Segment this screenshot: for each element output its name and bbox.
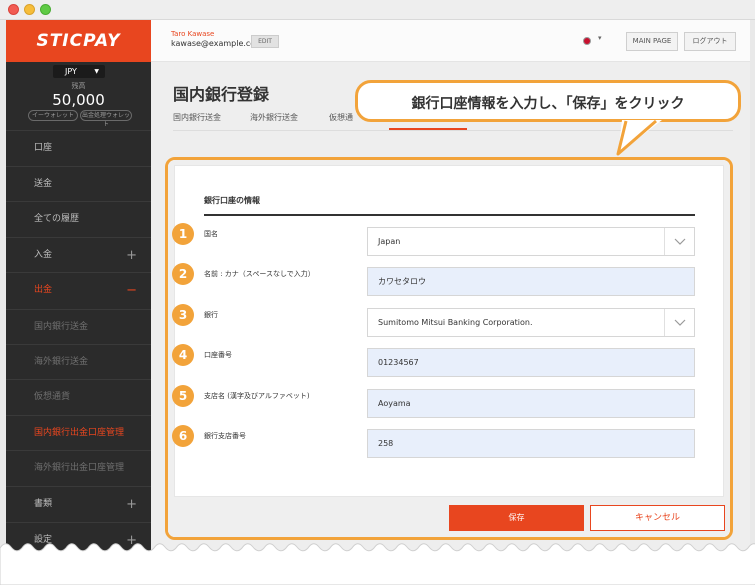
sidebar-item-label: 仮想通貨 [34, 392, 71, 402]
branch-number-field[interactable]: 258 [367, 429, 695, 458]
balance-label: 残高 [71, 82, 86, 90]
step-number-badge: 1 [172, 223, 194, 245]
step-number-badge: 4 [172, 344, 194, 366]
active-tab-underline [389, 128, 467, 130]
account-number-field[interactable]: 01234567 [367, 348, 695, 377]
sidebar-item-account[interactable]: 口座 [6, 130, 151, 165]
sidebar-item-label: 国内銀行出金口座管理 [34, 428, 125, 438]
logout-button[interactable]: ログアウト [684, 32, 736, 51]
window-titlebar [0, 0, 755, 20]
sidebar-item-label: 海外銀行送金 [34, 357, 89, 367]
edit-profile-button[interactable]: EDIT [251, 35, 279, 48]
bank-select[interactable]: Sumitomo Mitsui Banking Corporation. [367, 308, 695, 337]
save-button[interactable]: 保存 [449, 505, 584, 531]
user-name: Taro Kawase [171, 30, 215, 38]
sidebar-item-label: 口座 [34, 143, 53, 153]
sidebar-item-label: 入金 [34, 250, 53, 260]
sidebar-item-documents[interactable]: 書類 + [6, 486, 151, 521]
field-value: カワセタロウ [378, 277, 426, 286]
collapse-icon[interactable]: − [126, 273, 137, 308]
sidebar-item-deposit[interactable]: 入金 + [6, 237, 151, 272]
sidebar-item-label: 国内銀行送金 [34, 322, 89, 332]
field-value: 258 [378, 439, 394, 448]
sidebar-item-overseas-withdraw-account[interactable]: 海外銀行出金口座管理 [6, 450, 151, 485]
chevron-down-icon[interactable] [664, 228, 694, 255]
sidebar: STICPAY JPY ▼ 残高 50,000 イーウォレット 出金処理ウォレッ… [6, 20, 151, 580]
sidebar-item-domestic-bank-transfer[interactable]: 国内銀行送金 [6, 309, 151, 344]
field-label: 銀行 [204, 311, 218, 319]
sidebar-item-label: 送金 [34, 179, 53, 189]
country-select[interactable]: Japan [367, 227, 695, 256]
sticpay-logo[interactable]: STICPAY [6, 31, 151, 51]
torn-edge [0, 543, 755, 585]
field-label: 支店名 (漢字及びアルファベット) [204, 392, 310, 400]
top-bar: Taro Kawase kawase@example.com EDIT ▾ MA… [151, 20, 750, 62]
close-window-icon[interactable] [8, 4, 19, 15]
currency-value: JPY [65, 67, 77, 76]
name-kana-field[interactable]: カワセタロウ [367, 267, 695, 296]
sidebar-item-withdraw[interactable]: 出金 − [6, 272, 151, 307]
branch-name-field[interactable]: Aoyama [367, 389, 695, 418]
maximize-window-icon[interactable] [40, 4, 51, 15]
sidebar-item-label: 書類 [34, 499, 53, 509]
sidebar-item-transfer[interactable]: 送金 [6, 166, 151, 201]
logo-bar: STICPAY [6, 20, 151, 62]
field-label: 名前 : カナ（スペースなしで入力） [204, 270, 315, 278]
sidebar-item-label: 出金 [34, 285, 53, 295]
user-email: kawase@example.com [171, 39, 263, 48]
field-value: Sumitomo Mitsui Banking Corporation. [378, 318, 533, 327]
tab-overseas-transfer[interactable]: 海外銀行送金 [250, 112, 298, 123]
sidebar-item-label: 海外銀行出金口座管理 [34, 463, 125, 473]
app-window: STICPAY JPY ▼ 残高 50,000 イーウォレット 出金処理ウォレッ… [0, 0, 755, 585]
step-number-badge: 6 [172, 425, 194, 447]
balance-value: 50,000 [52, 91, 105, 109]
chevron-down-icon: ▼ [94, 68, 99, 75]
instruction-callout: 銀行口座情報を入力し、「保存」をクリック [355, 80, 741, 122]
step-number-badge: 2 [172, 263, 194, 285]
field-value: Aoyama [378, 399, 411, 408]
chevron-down-icon[interactable] [664, 309, 694, 336]
sidebar-item-domestic-withdraw-account[interactable]: 国内銀行出金口座管理 [6, 415, 151, 450]
step-number-badge: 3 [172, 304, 194, 326]
sidebar-item-crypto[interactable]: 仮想通貨 [6, 379, 151, 414]
field-value: 01234567 [378, 358, 419, 367]
sidebar-item-overseas-bank-transfer[interactable]: 海外銀行送金 [6, 344, 151, 379]
chevron-down-icon[interactable]: ▾ [598, 34, 602, 42]
field-label: 国名 [204, 230, 218, 238]
page-title: 国内銀行登録 [173, 85, 270, 104]
field-label: 口座番号 [204, 351, 232, 359]
currency-select[interactable]: JPY ▼ [53, 65, 105, 78]
tab-crypto[interactable]: 仮想通 [329, 112, 353, 123]
minimize-window-icon[interactable] [24, 4, 35, 15]
expand-icon[interactable]: + [126, 487, 137, 522]
cancel-button[interactable]: キャンセル [590, 505, 725, 531]
section-title: 銀行口座の情報 [204, 196, 260, 205]
step-number-badge: 5 [172, 385, 194, 407]
field-value: Japan [378, 237, 401, 246]
field-label: 銀行支店番号 [204, 432, 246, 440]
japan-flag-icon[interactable] [583, 37, 591, 45]
callout-tail [616, 119, 662, 156]
callout-text: 銀行口座情報を入力し、「保存」をクリック [411, 96, 685, 112]
section-divider [204, 214, 695, 216]
withdraw-wallet-button[interactable]: 出金処理ウォレット [80, 110, 132, 128]
main-page-button[interactable]: MAIN PAGE [626, 32, 678, 51]
ewallet-button[interactable]: イーウォレット [28, 110, 78, 121]
sidebar-item-label: 全ての履歴 [34, 214, 80, 224]
tab-domestic-transfer[interactable]: 国内銀行送金 [173, 112, 221, 123]
expand-icon[interactable]: + [126, 238, 137, 273]
sidebar-item-all-history[interactable]: 全ての履歴 [6, 201, 151, 236]
